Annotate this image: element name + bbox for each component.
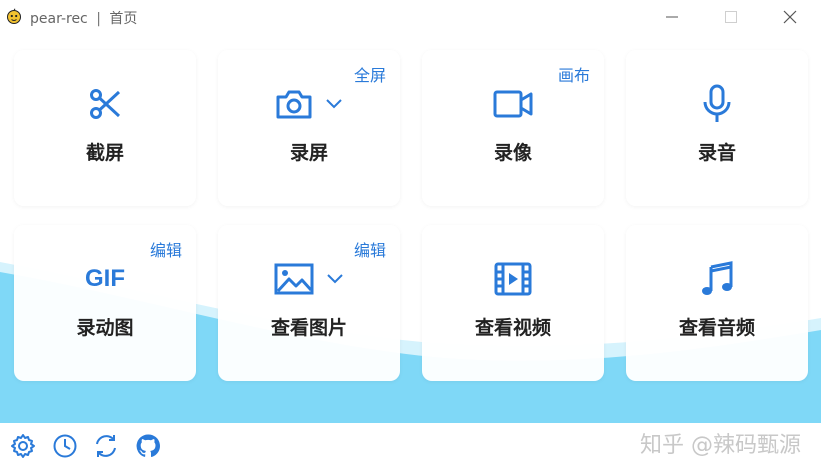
video-camera-icon <box>493 90 533 118</box>
watermark-text: 知乎 @辣码甄源 <box>640 433 801 458</box>
camera-icon <box>276 90 312 119</box>
microphone-icon <box>703 84 731 122</box>
title-separator: | <box>96 11 101 27</box>
refresh-icon[interactable] <box>93 433 119 459</box>
card-label-view-audio: 查看音频 <box>678 317 755 339</box>
music-note-icon <box>702 261 733 295</box>
gif-edit-tag-link[interactable]: 编辑 <box>150 237 182 261</box>
card-label-view-images: 查看图片 <box>270 317 347 339</box>
scissors-icon <box>90 89 121 119</box>
card-screenshot[interactable]: 截屏 <box>14 50 196 206</box>
chevron-down-icon[interactable] <box>325 98 343 110</box>
settings-icon[interactable] <box>10 433 36 459</box>
github-icon[interactable] <box>135 433 161 459</box>
card-gif-record[interactable]: 编辑 GIF 录动图 <box>14 225 196 381</box>
bottom-toolbar: 知乎 @辣码甄源 <box>0 423 821 467</box>
card-view-images[interactable]: 编辑 查看图片 <box>218 225 400 381</box>
maximize-button[interactable] <box>711 4 751 30</box>
card-label-video-record: 录像 <box>493 142 532 164</box>
close-button[interactable] <box>770 4 810 30</box>
fullscreen-tag-link[interactable]: 全屏 <box>354 62 386 86</box>
window-title: pear-rec | 首页 <box>30 8 137 28</box>
maximize-icon <box>725 11 737 23</box>
close-icon <box>783 10 797 24</box>
card-label-audio-record: 录音 <box>697 142 736 164</box>
card-label-screenshot: 截屏 <box>85 142 124 164</box>
card-video-record[interactable]: 画布 录像 <box>422 50 604 206</box>
page-name: 首页 <box>109 11 138 27</box>
card-view-videos[interactable]: 查看视频 <box>422 225 604 381</box>
card-screen-record[interactable]: 全屏 录屏 <box>218 50 400 206</box>
image-icon <box>274 263 314 295</box>
card-view-audio[interactable]: 查看音频 <box>626 225 808 381</box>
card-label-gif-record: 录动图 <box>76 317 134 339</box>
gif-icon: GIF <box>85 265 125 292</box>
card-label-screen-record: 录屏 <box>289 142 328 164</box>
card-label-view-videos: 查看视频 <box>474 317 551 339</box>
title-bar: pear-rec | 首页 <box>0 0 821 34</box>
film-icon <box>494 262 532 296</box>
card-audio-record[interactable]: 录音 <box>626 50 808 206</box>
app-pear-icon <box>7 8 21 24</box>
minimize-button[interactable] <box>652 4 692 30</box>
app-name: pear-rec <box>30 11 88 27</box>
minimize-icon <box>666 16 678 18</box>
image-edit-tag-link[interactable]: 编辑 <box>354 237 386 261</box>
canvas-tag-link[interactable]: 画布 <box>558 62 590 86</box>
history-icon[interactable] <box>52 433 78 459</box>
chevron-down-icon[interactable] <box>326 273 344 285</box>
